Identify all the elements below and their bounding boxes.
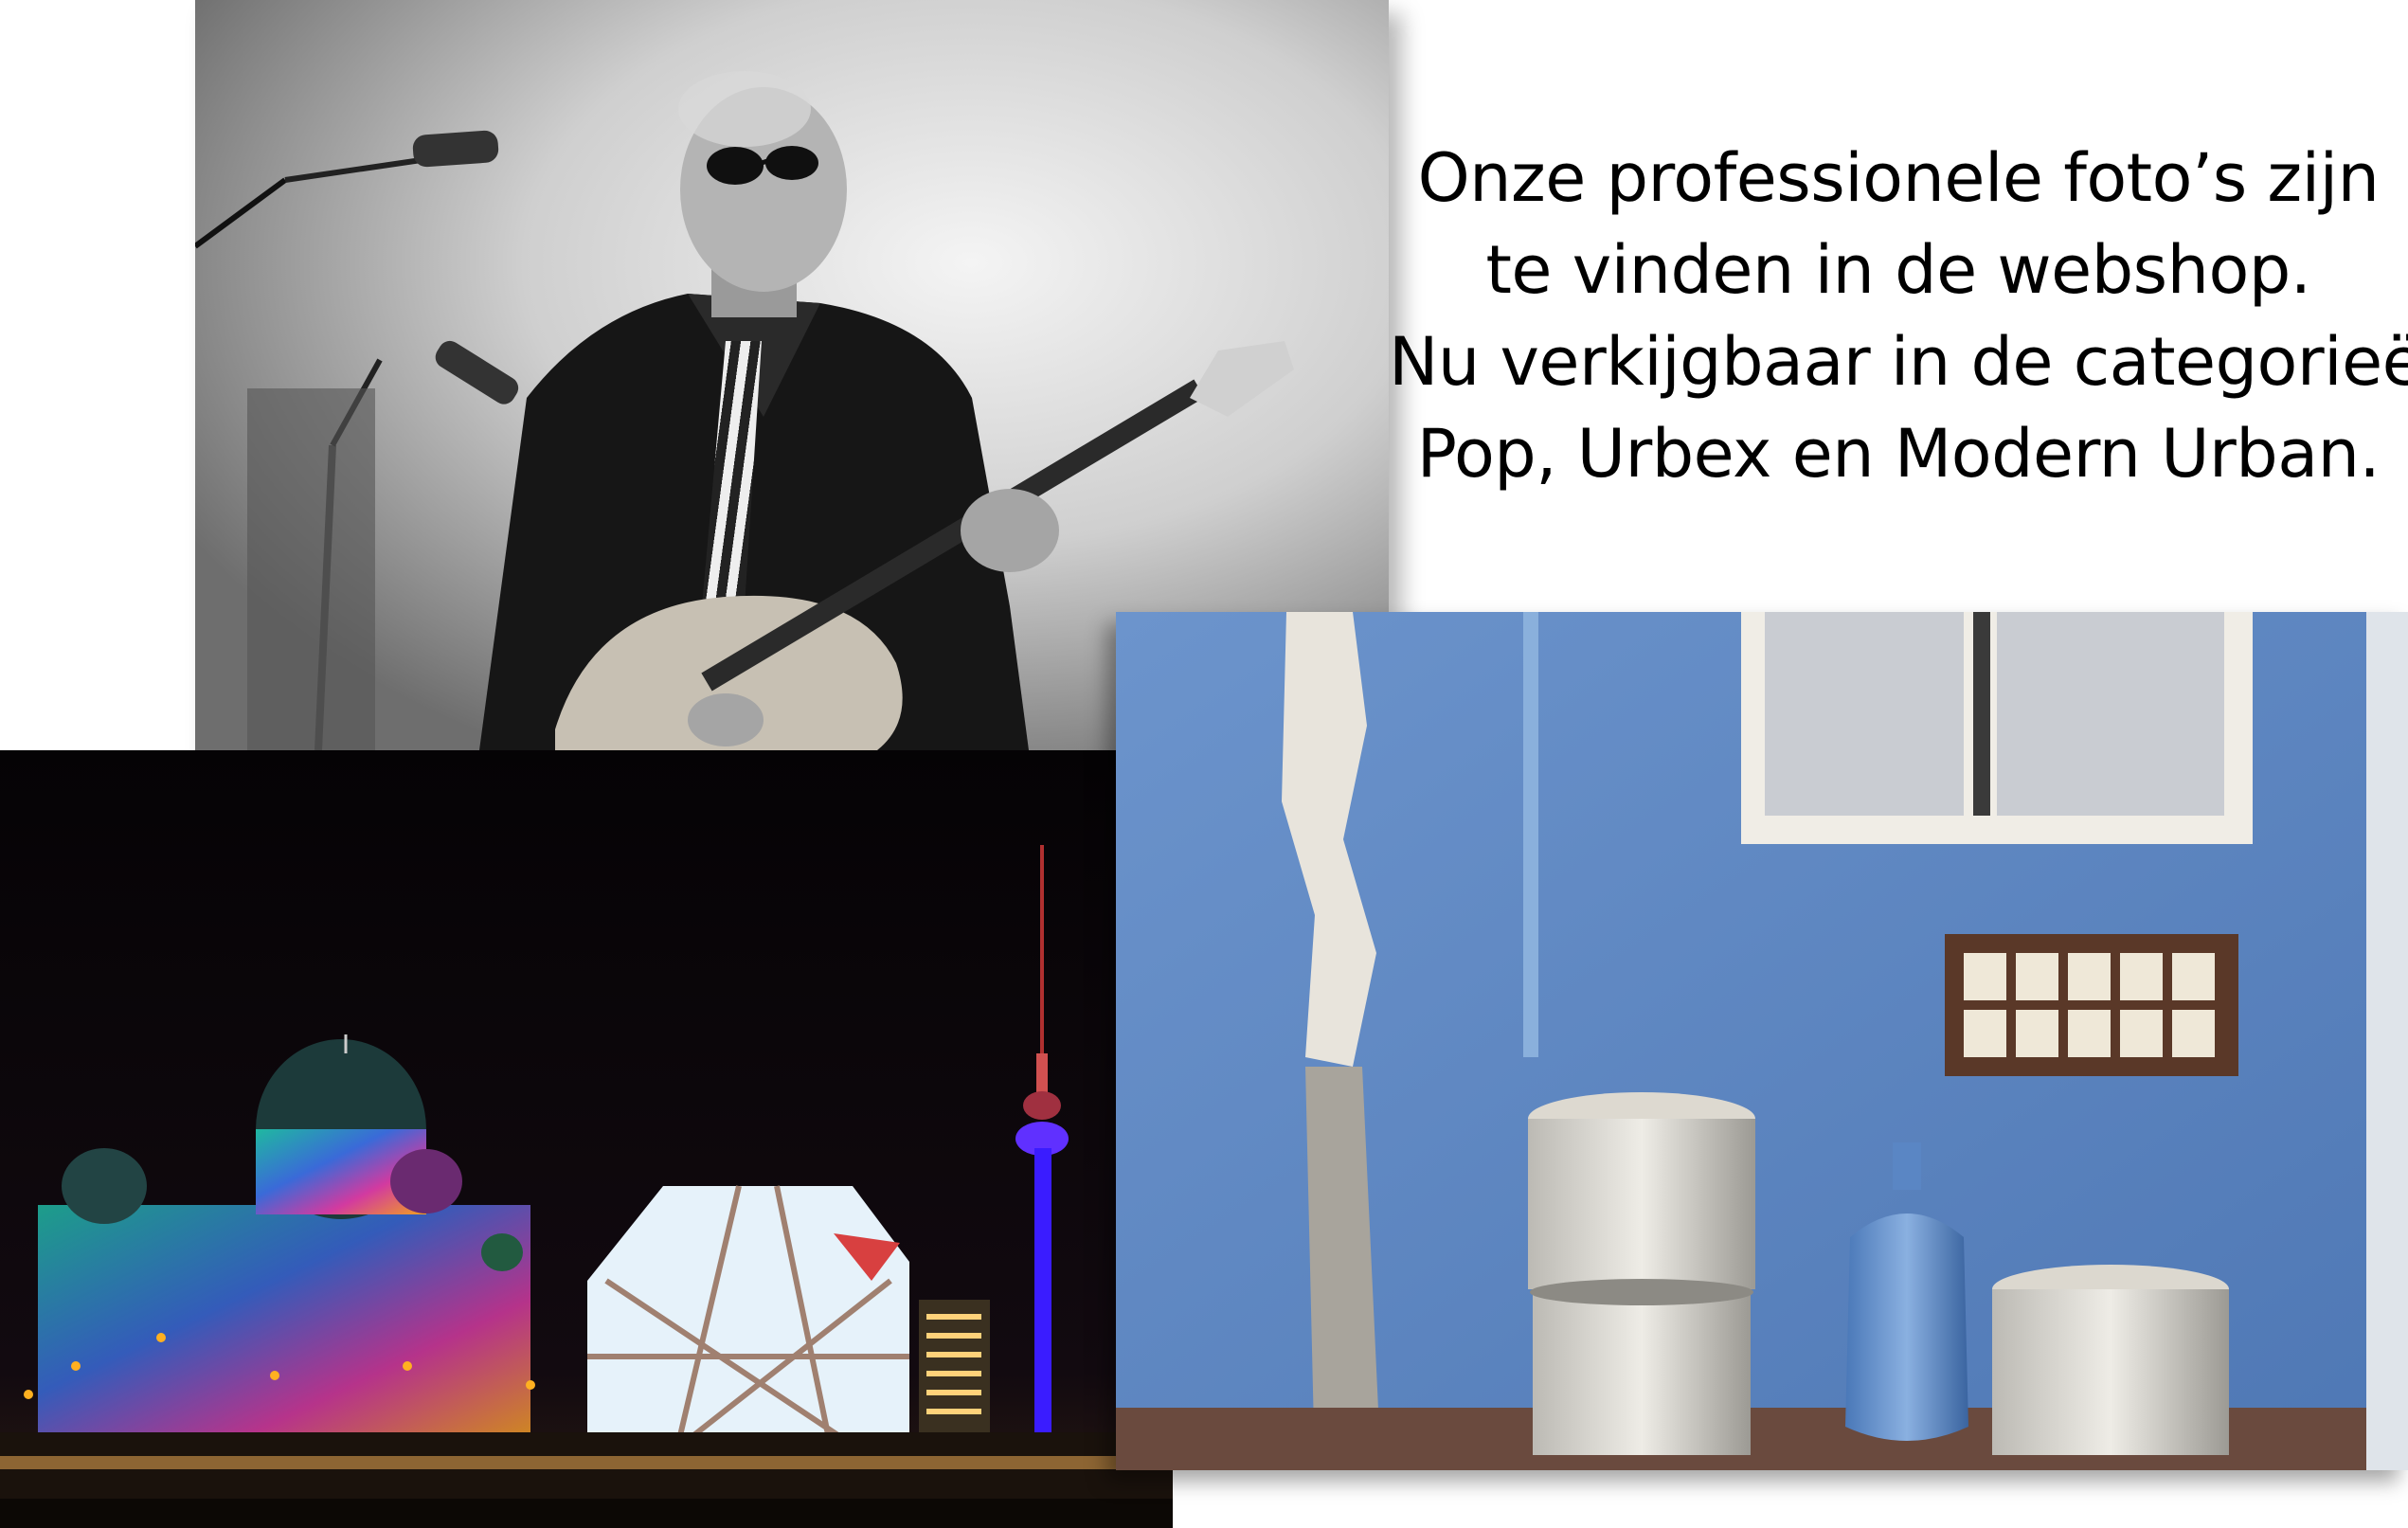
promo-line: Nu verkijgbaar in de categorieën <box>1389 323 2408 401</box>
promo-line: te vinden in de webshop. <box>1485 231 2311 309</box>
promo-text: Onze professionele foto’s zijn te vinden… <box>1389 133 2408 500</box>
promo-line: Onze professionele foto’s zijn <box>1417 139 2380 217</box>
promo-line: Pop, Urbex en Modern Urban. <box>1416 415 2381 493</box>
urbex-wall-photo <box>1116 612 2408 1470</box>
berlin-night-photo <box>0 750 1173 1528</box>
